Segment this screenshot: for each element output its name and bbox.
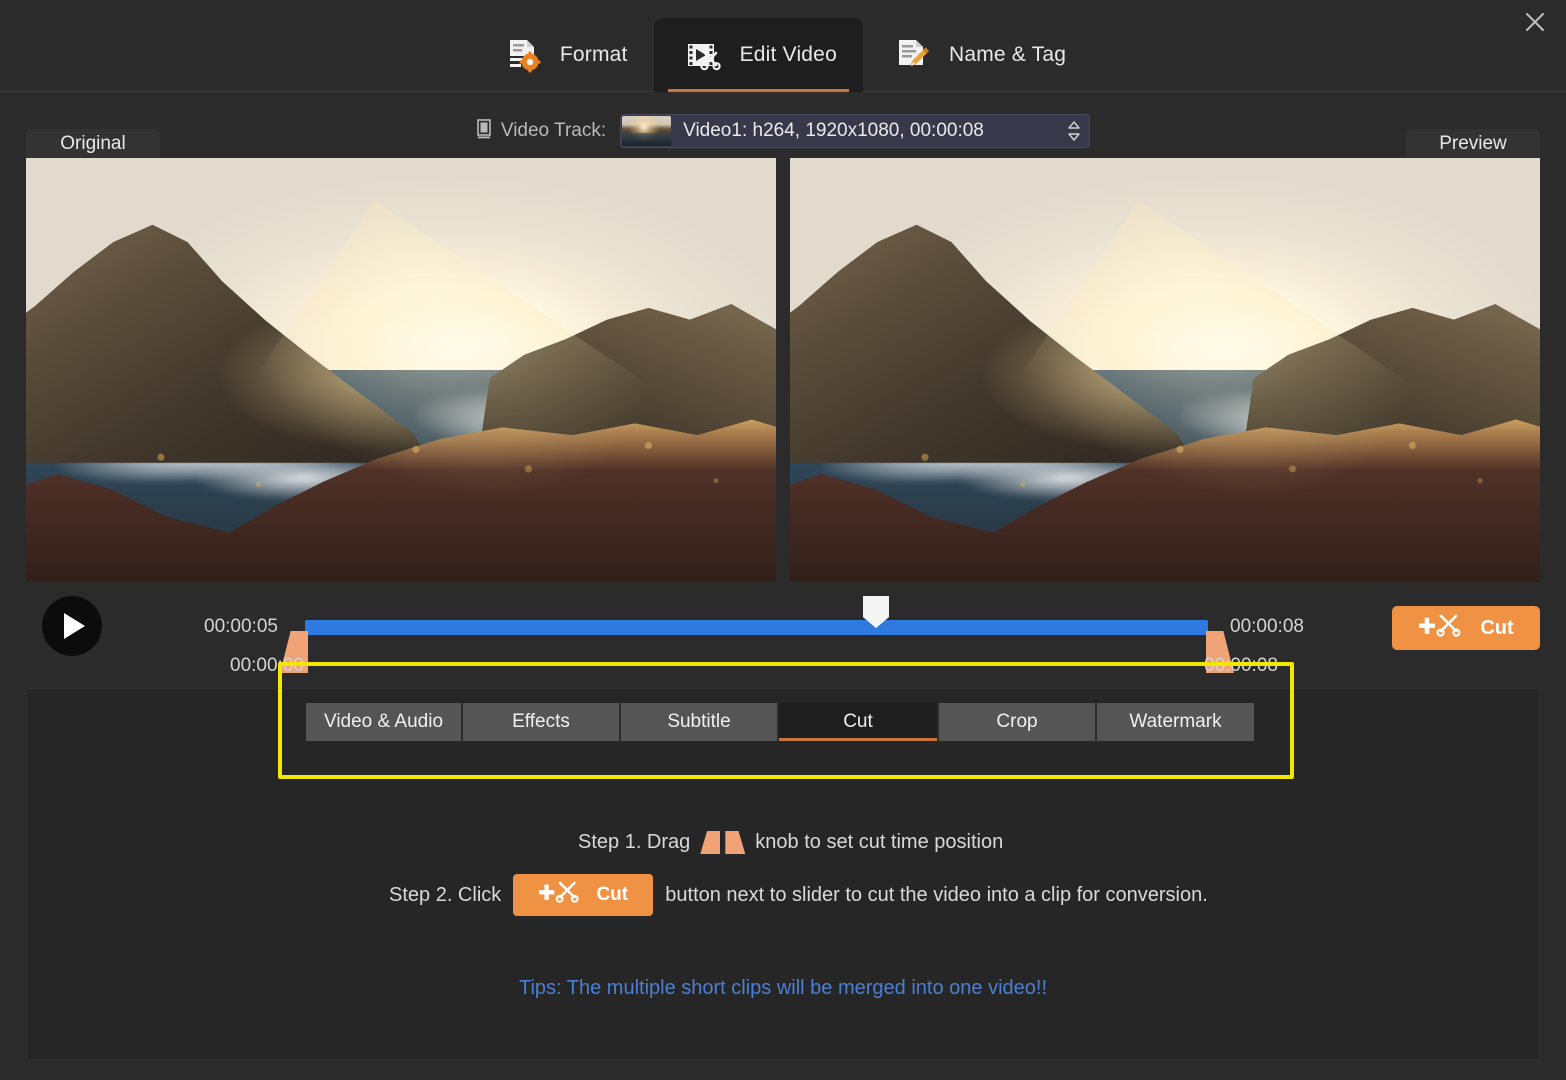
- clip-end-time: 00:00:08: [1230, 616, 1304, 637]
- step-2-prefix: Step 2. Click: [389, 883, 502, 906]
- cut-button-illustration: Cut: [513, 874, 654, 916]
- tab-format-label: Format: [559, 43, 628, 66]
- sub-tab-video-audio[interactable]: Video & Audio: [306, 703, 463, 741]
- clip-start-time: 00:00:05: [204, 616, 278, 637]
- close-icon[interactable]: [1516, 4, 1554, 40]
- add-scissors-icon: [538, 880, 582, 911]
- edit-video-dialog: Format Edit Video Name & Tag Video Track…: [0, 0, 1566, 1080]
- tab-edit-video[interactable]: Edit Video: [653, 18, 863, 92]
- step-2-instruction: Step 2. Click Cut button next to slider …: [389, 874, 1208, 916]
- add-scissors-icon: [1418, 613, 1464, 644]
- main-tab-strip: Format Edit Video Name & Tag: [0, 0, 1566, 92]
- step-1-suffix: knob to set cut time position: [755, 831, 1004, 853]
- timeline-slider-track[interactable]: [305, 620, 1208, 635]
- edit-video-icon: [680, 32, 726, 78]
- original-video-frame: [26, 158, 776, 582]
- tab-name-tag-label: Name & Tag: [948, 43, 1067, 66]
- play-icon: [64, 613, 85, 639]
- tab-edit-video-label: Edit Video: [739, 43, 837, 66]
- preview-video-pane[interactable]: [790, 158, 1540, 582]
- cut-button[interactable]: Cut: [1392, 606, 1540, 650]
- step-1-prefix: Step 1. Drag: [578, 831, 691, 853]
- video-track-label-group: Video Track:: [476, 118, 607, 144]
- sub-tab-cut[interactable]: Cut: [779, 703, 939, 741]
- video-track-label: Video Track:: [500, 120, 607, 141]
- knob-glyph-icon: [700, 831, 746, 854]
- preview-video-frame: [790, 158, 1540, 582]
- chevron-updown-icon[interactable]: [1059, 120, 1089, 142]
- preview-pane-label: Preview: [1406, 129, 1540, 159]
- name-tag-icon: [889, 32, 935, 78]
- track-start-time: 00:00:00: [230, 655, 304, 676]
- sub-tab-watermark[interactable]: Watermark: [1097, 703, 1254, 741]
- sub-tab-subtitle[interactable]: Subtitle: [621, 703, 779, 741]
- edit-sub-tab-strip: Video & Audio Effects Subtitle Cut Crop …: [306, 703, 1254, 741]
- top-tab-bar: Format Edit Video Name & Tag: [0, 0, 1566, 92]
- cut-button-label: Cut: [1480, 616, 1514, 639]
- video-track-selected-value: Video1: h264, 1920x1080, 00:00:08: [683, 120, 984, 141]
- original-pane-label: Original: [26, 129, 160, 159]
- tips-text: Tips: The multiple short clips will be m…: [518, 977, 1048, 999]
- video-track-select[interactable]: Video1: h264, 1920x1080, 00:00:08: [620, 114, 1091, 148]
- tab-format[interactable]: Format: [474, 18, 654, 92]
- video-track-row: Video Track: Video1: h264, 1920x1080, 00…: [0, 110, 1566, 152]
- step-1-instruction: Step 1. Drag knob to set cut time positi…: [578, 831, 1003, 854]
- step-2-suffix: button next to slider to cut the video i…: [665, 883, 1208, 906]
- cut-illustration-label: Cut: [596, 884, 629, 905]
- tab-name-tag[interactable]: Name & Tag: [863, 18, 1092, 92]
- track-end-time: 00:00:08: [1204, 655, 1278, 676]
- format-icon: [500, 32, 546, 78]
- play-button[interactable]: [42, 596, 102, 656]
- sub-tab-effects[interactable]: Effects: [463, 703, 621, 741]
- video-thumbnail: [622, 116, 672, 146]
- video-track-icon: [476, 118, 492, 144]
- original-video-pane[interactable]: [26, 158, 776, 582]
- sub-tab-crop[interactable]: Crop: [939, 703, 1097, 741]
